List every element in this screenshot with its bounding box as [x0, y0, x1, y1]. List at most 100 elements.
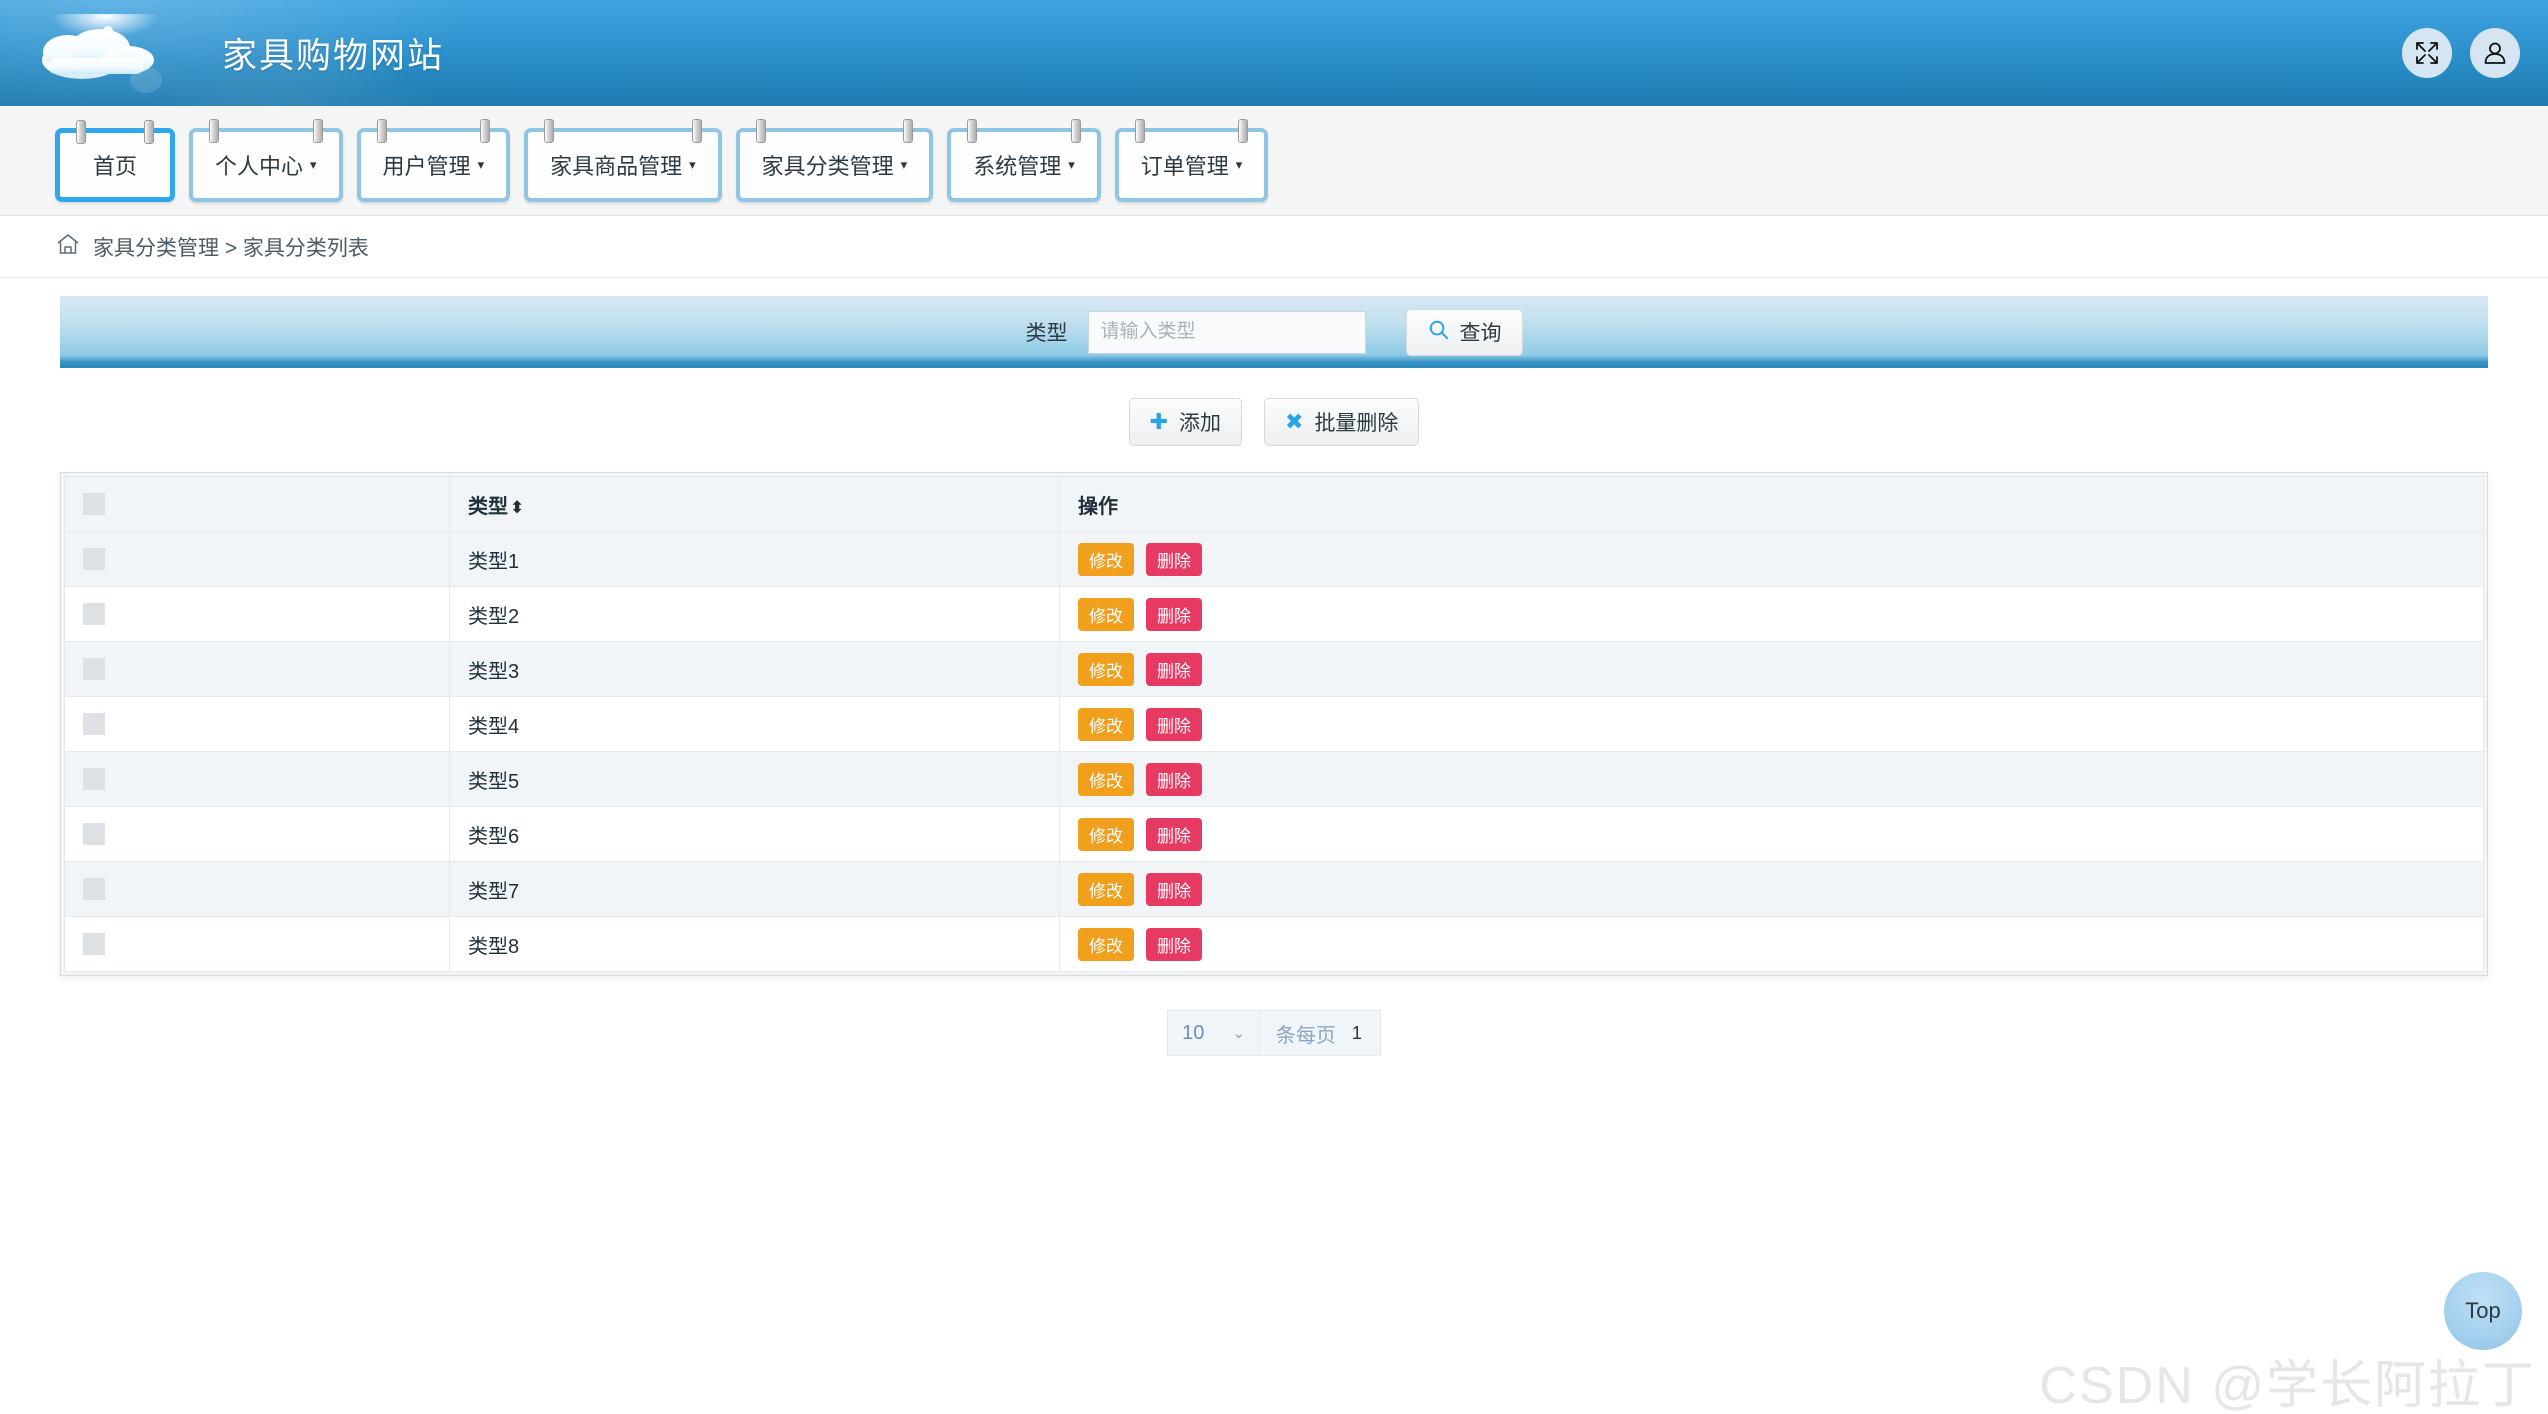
search-icon — [1427, 318, 1450, 347]
nav-item-home[interactable]: 首页 — [55, 119, 175, 202]
delete-button[interactable]: 删除 — [1146, 707, 1202, 741]
row-select-cell — [64, 861, 450, 917]
cell-actions: 修改 删除 — [1059, 861, 2484, 917]
search-button[interactable]: 查询 — [1405, 308, 1523, 356]
table-row: 类型7 修改 删除 — [64, 861, 2484, 917]
plus-icon: ✚ — [1149, 409, 1168, 434]
edit-button[interactable]: 修改 — [1078, 817, 1134, 851]
delete-button[interactable]: 删除 — [1146, 652, 1202, 686]
breadcrumb-text: 家具分类管理 > 家具分类列表 — [93, 236, 369, 260]
binder-ring-icon — [1238, 118, 1249, 143]
sort-icon[interactable]: ⬍ — [510, 498, 524, 517]
nav-item-label: 系统管理 — [973, 153, 1062, 179]
cell-type: 类型5 — [449, 751, 1060, 807]
row-select-cell — [64, 696, 450, 752]
column-header-type-label: 类型 — [468, 495, 508, 518]
page-size-select[interactable]: 10 ⌄ — [1168, 1011, 1260, 1055]
chevron-down-icon: ▾ — [310, 157, 317, 172]
edit-button[interactable]: 修改 — [1078, 872, 1134, 906]
fullscreen-icon[interactable] — [2402, 28, 2452, 78]
table-row: 类型5 修改 删除 — [64, 751, 2484, 807]
row-select-cell — [64, 586, 450, 642]
chevron-down-icon: ▾ — [900, 157, 908, 172]
binder-ring-icon — [144, 119, 154, 144]
scroll-to-top-button[interactable]: Top — [2444, 1272, 2522, 1350]
nav-item-label: 订单管理 — [1140, 153, 1229, 179]
chevron-down-icon: ▾ — [689, 157, 696, 172]
delete-button[interactable]: 删除 — [1146, 817, 1202, 851]
edit-button[interactable]: 修改 — [1078, 652, 1134, 686]
cell-actions: 修改 删除 — [1059, 806, 2484, 862]
app-header: 家具购物网站 — [0, 0, 2548, 106]
home-icon[interactable] — [55, 231, 81, 262]
watermark: CSDN @学长阿拉丁 — [2039, 1357, 2536, 1414]
edit-button[interactable]: 修改 — [1078, 597, 1134, 631]
edit-button[interactable]: 修改 — [1078, 762, 1134, 796]
edit-button[interactable]: 修改 — [1078, 707, 1134, 741]
table-row: 类型6 修改 删除 — [64, 806, 2484, 862]
nav-item-user-management[interactable]: 用户管理 ▾ — [356, 118, 511, 202]
header-actions — [2402, 28, 2520, 78]
pagination: 10 ⌄ 条每页 1 — [0, 1010, 2548, 1056]
table-header-row: 类型 ⬍ 操作 — [64, 476, 2484, 532]
cell-type: 类型2 — [449, 586, 1060, 642]
edit-button[interactable]: 修改 — [1078, 542, 1134, 576]
search-label: 类型 — [1025, 322, 1068, 345]
delete-button[interactable]: 删除 — [1146, 872, 1202, 906]
user-icon[interactable] — [2470, 28, 2520, 78]
batch-delete-button[interactable]: ✖ 批量删除 — [1264, 398, 1420, 446]
column-header-type[interactable]: 类型 ⬍ — [449, 476, 1060, 532]
table-row: 类型2 修改 删除 — [64, 586, 2484, 642]
edit-button[interactable]: 修改 — [1078, 927, 1134, 961]
row-checkbox[interactable] — [83, 548, 105, 571]
select-all-checkbox[interactable] — [83, 493, 105, 516]
row-checkbox[interactable] — [83, 878, 105, 901]
delete-button[interactable]: 删除 — [1146, 597, 1202, 631]
search-button-label: 查询 — [1459, 322, 1502, 345]
cell-actions: 修改 删除 — [1059, 586, 2484, 642]
nav-item-furniture-category-management[interactable]: 家具分类管理 ▾ — [735, 118, 934, 202]
cell-type: 类型7 — [449, 861, 1060, 917]
binder-ring-icon — [1134, 118, 1145, 143]
binder-ring-icon — [209, 118, 219, 143]
search-input[interactable] — [1087, 310, 1366, 354]
add-button[interactable]: ✚ 添加 — [1128, 398, 1242, 446]
binder-ring-icon — [544, 118, 555, 143]
column-header-select — [64, 476, 450, 532]
row-checkbox[interactable] — [83, 933, 105, 956]
row-checkbox[interactable] — [83, 603, 105, 626]
row-checkbox[interactable] — [83, 713, 105, 736]
nav-item-furniture-product-management[interactable]: 家具商品管理 ▾ — [524, 118, 722, 202]
chevron-down-icon: ⌄ — [1232, 1025, 1245, 1042]
nav-item-system-management[interactable]: 系统管理 ▾ — [947, 118, 1101, 202]
table-header: 类型 ⬍ 操作 — [64, 476, 2484, 532]
binder-ring-icon — [691, 118, 702, 143]
row-select-cell — [64, 916, 450, 972]
delete-button[interactable]: 删除 — [1146, 927, 1202, 961]
nav-item-label: 用户管理 — [382, 153, 471, 179]
row-checkbox[interactable] — [83, 823, 105, 846]
chevron-down-icon: ▾ — [1068, 157, 1075, 172]
category-table-container: 类型 ⬍ 操作 类型1 修改 删除 类型2 修改 删除 类型3 修改 删除 类型4 修改 删除 类型5 修改… — [60, 472, 2488, 976]
row-checkbox[interactable] — [83, 768, 105, 791]
row-checkbox[interactable] — [83, 658, 105, 681]
table-row: 类型3 修改 删除 — [64, 641, 2484, 697]
cell-type: 类型3 — [449, 641, 1060, 697]
delete-button[interactable]: 删除 — [1146, 762, 1202, 796]
binder-ring-icon — [1070, 118, 1081, 143]
current-page-number[interactable]: 1 — [1352, 1011, 1380, 1055]
cell-type: 类型8 — [449, 916, 1060, 972]
main-navigation: 首页 个人中心 ▾ 用户管理 ▾ 家具商品管理 ▾ 家具分类管理 ▾ 系统管理 … — [0, 106, 2548, 216]
pagination-control: 10 ⌄ 条每页 1 — [1167, 1010, 1381, 1056]
column-header-action: 操作 — [1059, 476, 2484, 532]
nav-item-label: 首页 — [92, 153, 137, 179]
binder-ring-icon — [967, 118, 978, 143]
cell-actions: 修改 删除 — [1059, 531, 2484, 587]
nav-item-order-management[interactable]: 订单管理 ▾ — [1114, 118, 1269, 202]
toolbar: ✚ 添加 ✖ 批量删除 — [0, 398, 2548, 446]
cross-icon: ✖ — [1285, 409, 1304, 434]
binder-ring-icon — [480, 118, 491, 143]
row-select-cell — [64, 641, 450, 697]
delete-button[interactable]: 删除 — [1146, 542, 1202, 576]
nav-item-personal-center[interactable]: 个人中心 ▾ — [189, 118, 343, 202]
